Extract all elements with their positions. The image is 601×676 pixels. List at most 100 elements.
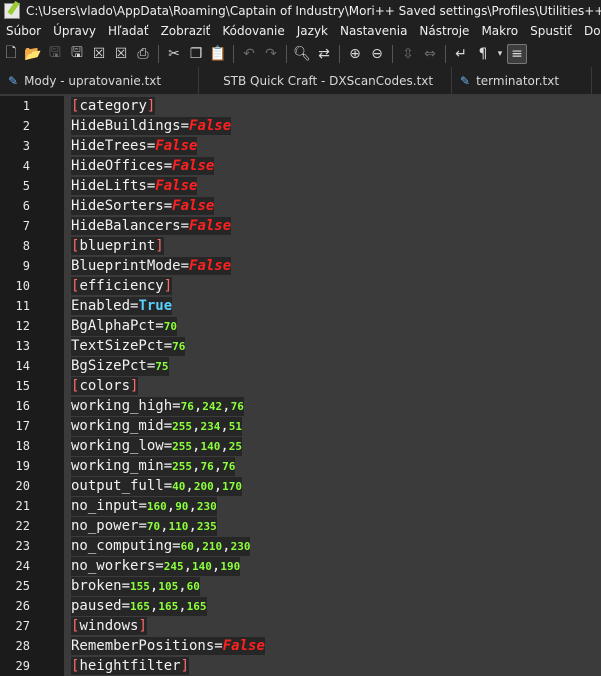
menu-view[interactable]: Zobraziť <box>155 21 217 41</box>
code-text: no_computing=60,210,230 <box>71 536 251 556</box>
code-line[interactable]: 29 [heightfilter] <box>0 656 601 676</box>
find-icon[interactable]: 🔍︎ <box>292 44 312 64</box>
toolbar-separator <box>392 45 393 63</box>
code-line[interactable]: 24 no_workers=245,140,190 <box>0 556 601 576</box>
window-title: C:\Users\vlado\AppData\Roaming\Captain o… <box>26 3 601 18</box>
setting-value: False <box>172 158 215 174</box>
tab-mody-upratovanie[interactable]: ✎ Mody - upratovanie.txt <box>0 67 199 94</box>
code-line[interactable]: 22 no_power=70,110,235 <box>0 516 601 536</box>
open-file-icon[interactable]: 📂 <box>23 44 43 64</box>
setting-value: False <box>189 218 232 234</box>
code-line[interactable]: 2 HideBuildings=False <box>0 116 601 136</box>
code-text: TextSizePct=76 <box>71 336 186 356</box>
zoom-in-icon[interactable]: ⊕ <box>345 44 365 64</box>
tab-terminator[interactable]: ✎ terminator.txt <box>452 67 592 94</box>
line-number: 13 <box>15 339 30 353</box>
text-editor[interactable]: 1 [category] 2 HideBuildings=False 3 HideTree… <box>0 96 601 676</box>
tab-vz[interactable]: ✎ Vz <box>592 67 601 94</box>
code-line[interactable]: 20 output_full=40,200,170 <box>0 476 601 496</box>
setting-key: HideTrees <box>71 138 147 154</box>
menu-tools[interactable]: Nástroje <box>413 21 475 41</box>
setting-key: working_low <box>71 437 164 454</box>
code-line[interactable]: 28 RememberPositions=False <box>0 636 601 656</box>
code-line[interactable]: 26 paused=165,165,165 <box>0 596 601 616</box>
menu-bar: Súbor Úpravy Hľadať Zobraziť Kódovanie J… <box>0 21 601 41</box>
menu-edit[interactable]: Úpravy <box>47 21 102 41</box>
line-number: 6 <box>22 199 30 213</box>
menu-settings[interactable]: Nastavenia <box>334 21 413 41</box>
equals-sign: = <box>163 417 173 434</box>
menu-search[interactable]: Hľadať <box>102 21 155 41</box>
setting-key: HideLifts <box>71 178 147 194</box>
menu-file[interactable]: Súbor <box>0 21 47 41</box>
code-line[interactable]: 3 HideTrees=False <box>0 136 601 156</box>
code-line[interactable]: 6 HideSorters=False <box>0 196 601 216</box>
menu-run[interactable]: Spustiť <box>524 21 578 41</box>
replace-icon[interactable]: ⇄ <box>314 44 334 64</box>
line-number: 18 <box>15 439 30 453</box>
bracket-close: ] <box>155 238 164 254</box>
new-file-icon[interactable]: 🗋 <box>1 44 21 64</box>
section-name: blueprint <box>79 238 156 254</box>
line-number: 23 <box>15 539 30 553</box>
save-all-icon[interactable]: 🖫 <box>67 44 87 64</box>
setting-value: False <box>155 138 198 154</box>
code-line[interactable]: 11 Enabled=True <box>0 296 601 316</box>
setting-key: HideBalancers <box>71 218 181 234</box>
print-icon[interactable]: ⎙ <box>133 44 153 64</box>
code-line[interactable]: 23 no_computing=60,210,230 <box>0 536 601 556</box>
menu-macro[interactable]: Makro <box>475 21 524 41</box>
setting-key: broken <box>71 577 122 594</box>
close-icon[interactable]: ☒ <box>89 44 109 64</box>
code-line[interactable]: 7 HideBalancers=False <box>0 216 601 236</box>
tab-label: terminator.txt <box>476 73 560 88</box>
setting-key: TextSizePct <box>71 337 164 354</box>
copy-icon[interactable]: ❐ <box>186 44 206 64</box>
code-line[interactable]: 12 BgAlphaPct=70 <box>0 316 601 336</box>
code-text: HideBuildings=False <box>71 117 232 135</box>
code-line[interactable]: 1 [category] <box>0 96 601 116</box>
equals-sign: = <box>163 198 173 214</box>
redo-icon[interactable]: ↷ <box>261 44 281 64</box>
code-line[interactable]: 16 working_high=76,242,76 <box>0 396 601 416</box>
section-name: efficiency <box>79 278 164 294</box>
indent-guide-icon[interactable]: ≡ <box>507 44 527 64</box>
code-line[interactable]: 14 BgSizePct=75 <box>0 356 601 376</box>
cut-icon[interactable]: ✂ <box>164 44 184 64</box>
tab-stb-quick-craft[interactable]: ✎ STB Quick Craft - DXScanCodes.txt <box>199 67 452 94</box>
code-text: [heightfilter] <box>71 657 190 675</box>
code-line[interactable]: 9 BlueprintMode=False <box>0 256 601 276</box>
undo-icon[interactable]: ↶ <box>239 44 259 64</box>
code-line[interactable]: 17 working_mid=255,234,51 <box>0 416 601 436</box>
menu-language[interactable]: Jazyk <box>291 21 334 41</box>
code-line[interactable]: 19 working_min=255,76,76 <box>0 456 601 476</box>
code-line[interactable]: 21 no_input=160,90,230 <box>0 496 601 516</box>
save-icon[interactable]: 🖫 <box>45 44 65 64</box>
code-line[interactable]: 13 TextSizePct=76 <box>0 336 601 356</box>
code-line[interactable]: 5 HideLifts=False <box>0 176 601 196</box>
code-line[interactable]: 8 [blueprint] <box>0 236 601 256</box>
dropdown-arrow-icon[interactable]: ▾ <box>495 44 505 64</box>
line-number: 16 <box>15 399 30 413</box>
menu-plugins[interactable]: Doplnky <box>578 21 601 41</box>
zoom-out-icon[interactable]: ⊖ <box>367 44 387 64</box>
code-line[interactable]: 15 [colors] <box>0 376 601 396</box>
word-wrap-icon[interactable]: ↵ <box>451 44 471 64</box>
paste-icon[interactable]: 📋 <box>208 44 228 64</box>
close-all-icon[interactable]: ☒ <box>111 44 131 64</box>
code-line[interactable]: 18 working_low=255,140,25 <box>0 436 601 456</box>
menu-encoding[interactable]: Kódovanie <box>216 21 290 41</box>
line-number: 29 <box>15 659 30 673</box>
code-line[interactable]: 27 [windows] <box>0 616 601 636</box>
show-all-characters-icon[interactable]: ¶ <box>473 44 493 64</box>
code-line[interactable]: 25 broken=155,105,60 <box>0 576 601 596</box>
section-name: heightfilter <box>79 658 181 674</box>
code-line[interactable]: 10 [efficiency] <box>0 276 601 296</box>
sync-horizontal-icon[interactable]: ⇔ <box>420 44 440 64</box>
code-text: broken=155,105,60 <box>71 576 200 596</box>
code-line[interactable]: 4 HideOffices=False <box>0 156 601 176</box>
sync-vertical-icon[interactable]: ⇳ <box>398 44 418 64</box>
setting-key: paused <box>71 597 122 614</box>
code-text: [blueprint] <box>71 237 164 255</box>
setting-value: False <box>155 178 198 194</box>
